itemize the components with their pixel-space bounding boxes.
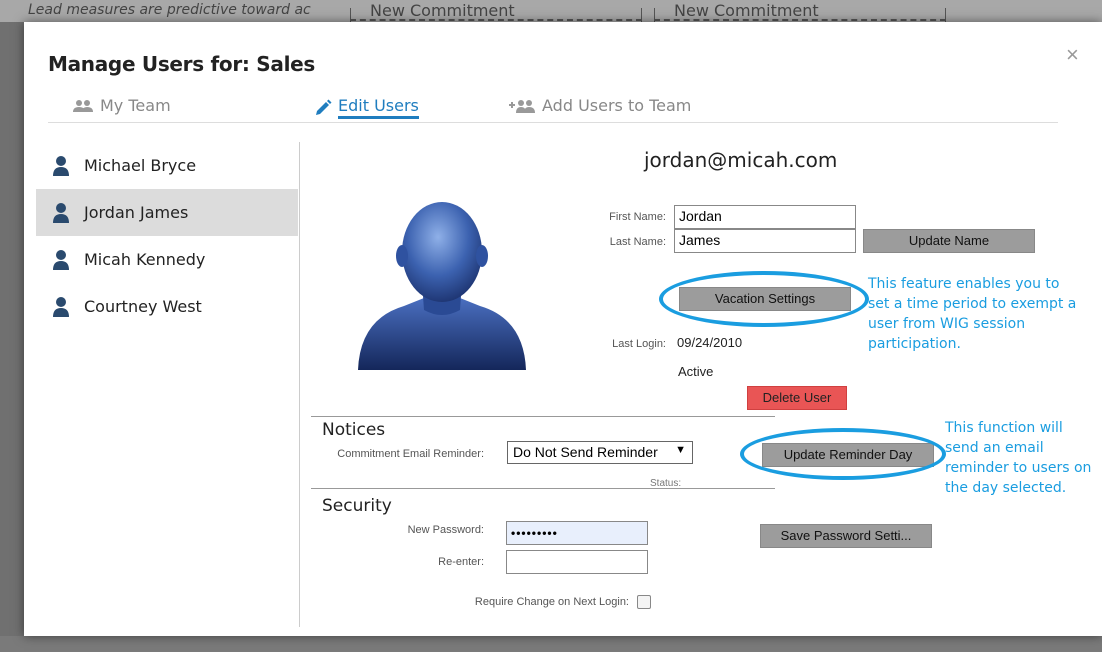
user-item-michael-bryce[interactable]: Michael Bryce (36, 142, 298, 189)
user-icon (52, 202, 70, 224)
tab-edit-users[interactable]: Edit Users (314, 96, 419, 119)
last-name-field[interactable]: James (674, 229, 856, 253)
last-login-value: 09/24/2010 (677, 335, 743, 350)
chevron-down-icon: ▼ (675, 444, 686, 456)
user-name: Micah Kennedy (84, 250, 206, 269)
background-footer (0, 636, 1102, 652)
new-commitment-label: New Commitment (674, 1, 819, 20)
user-list: Michael Bryce Jordan James Micah Kennedy… (36, 142, 298, 330)
avatar (354, 194, 530, 379)
reminder-label: Commitment Email Reminder: (337, 448, 484, 460)
require-change-checkbox[interactable] (637, 595, 651, 609)
tab-bar: My Team Edit Users Add Users to Team (48, 92, 1058, 123)
list-divider (299, 142, 300, 627)
status-text: Active (678, 364, 714, 379)
user-name: Jordan James (84, 203, 189, 222)
manage-users-modal: Manage Users for: Sales × My Team Edit U… (24, 22, 1102, 636)
user-icon (52, 249, 70, 271)
first-name-label: First Name: (609, 211, 666, 223)
reminder-select[interactable]: Do Not Send Reminder ▼ (507, 441, 693, 464)
update-reminder-day-button[interactable]: Update Reminder Day (762, 443, 934, 467)
new-password-field[interactable]: ••••••••• (506, 521, 648, 545)
vacation-settings-button[interactable]: Vacation Settings (679, 287, 851, 311)
notices-title: Notices (322, 420, 386, 440)
team-icon (72, 99, 94, 113)
user-email: jordan@micah.com (644, 148, 838, 172)
add-users-icon (506, 98, 536, 114)
background-header: Lead measures are predictive toward ac N… (0, 0, 1102, 22)
new-commitment-card: New Commitment (350, 0, 642, 22)
last-login-label: Last Login: (612, 338, 666, 350)
user-name: Michael Bryce (84, 156, 197, 175)
user-icon (52, 296, 70, 318)
tab-my-team[interactable]: My Team (72, 96, 171, 115)
reminder-select-value: Do Not Send Reminder (513, 444, 658, 460)
notices-divider (311, 416, 775, 417)
vacation-annotation: This feature enables you to set a time p… (868, 276, 1077, 352)
user-name: Courtney West (84, 297, 202, 316)
new-commitment-card: New Commitment (654, 0, 946, 22)
last-name-label: Last Name: (609, 236, 666, 248)
security-title: Security (322, 496, 392, 516)
reminder-annotation: This function will send an email reminde… (945, 420, 1092, 496)
tab-my-team-label: My Team (100, 96, 171, 115)
user-icon (52, 155, 70, 177)
require-change-label: Require Change on Next Login: (474, 596, 629, 608)
lead-measures-text: Lead measures are predictive toward ac (28, 2, 311, 18)
new-commitment-label: New Commitment (370, 1, 515, 20)
first-name-field[interactable]: Jordan (674, 205, 856, 229)
update-name-button[interactable]: Update Name (863, 229, 1035, 253)
delete-user-button[interactable]: Delete User (747, 386, 847, 410)
new-password-label: New Password: (407, 524, 484, 536)
modal-title: Manage Users for: Sales (48, 52, 316, 76)
tab-add-users-label: Add Users to Team (542, 96, 692, 115)
user-item-courtney-west[interactable]: Courtney West (36, 283, 298, 330)
tab-edit-users-label: Edit Users (338, 96, 419, 119)
reenter-password-field[interactable] (506, 550, 648, 574)
close-icon[interactable]: × (1066, 42, 1079, 68)
user-item-jordan-james[interactable]: Jordan James (36, 189, 298, 236)
tab-add-users[interactable]: Add Users to Team (506, 96, 691, 115)
pencil-icon (314, 99, 332, 117)
save-password-settings-button[interactable]: Save Password Setti... (760, 524, 932, 548)
user-item-micah-kennedy[interactable]: Micah Kennedy (36, 236, 298, 283)
security-divider (311, 488, 775, 489)
reenter-label: Re-enter: (438, 556, 484, 568)
